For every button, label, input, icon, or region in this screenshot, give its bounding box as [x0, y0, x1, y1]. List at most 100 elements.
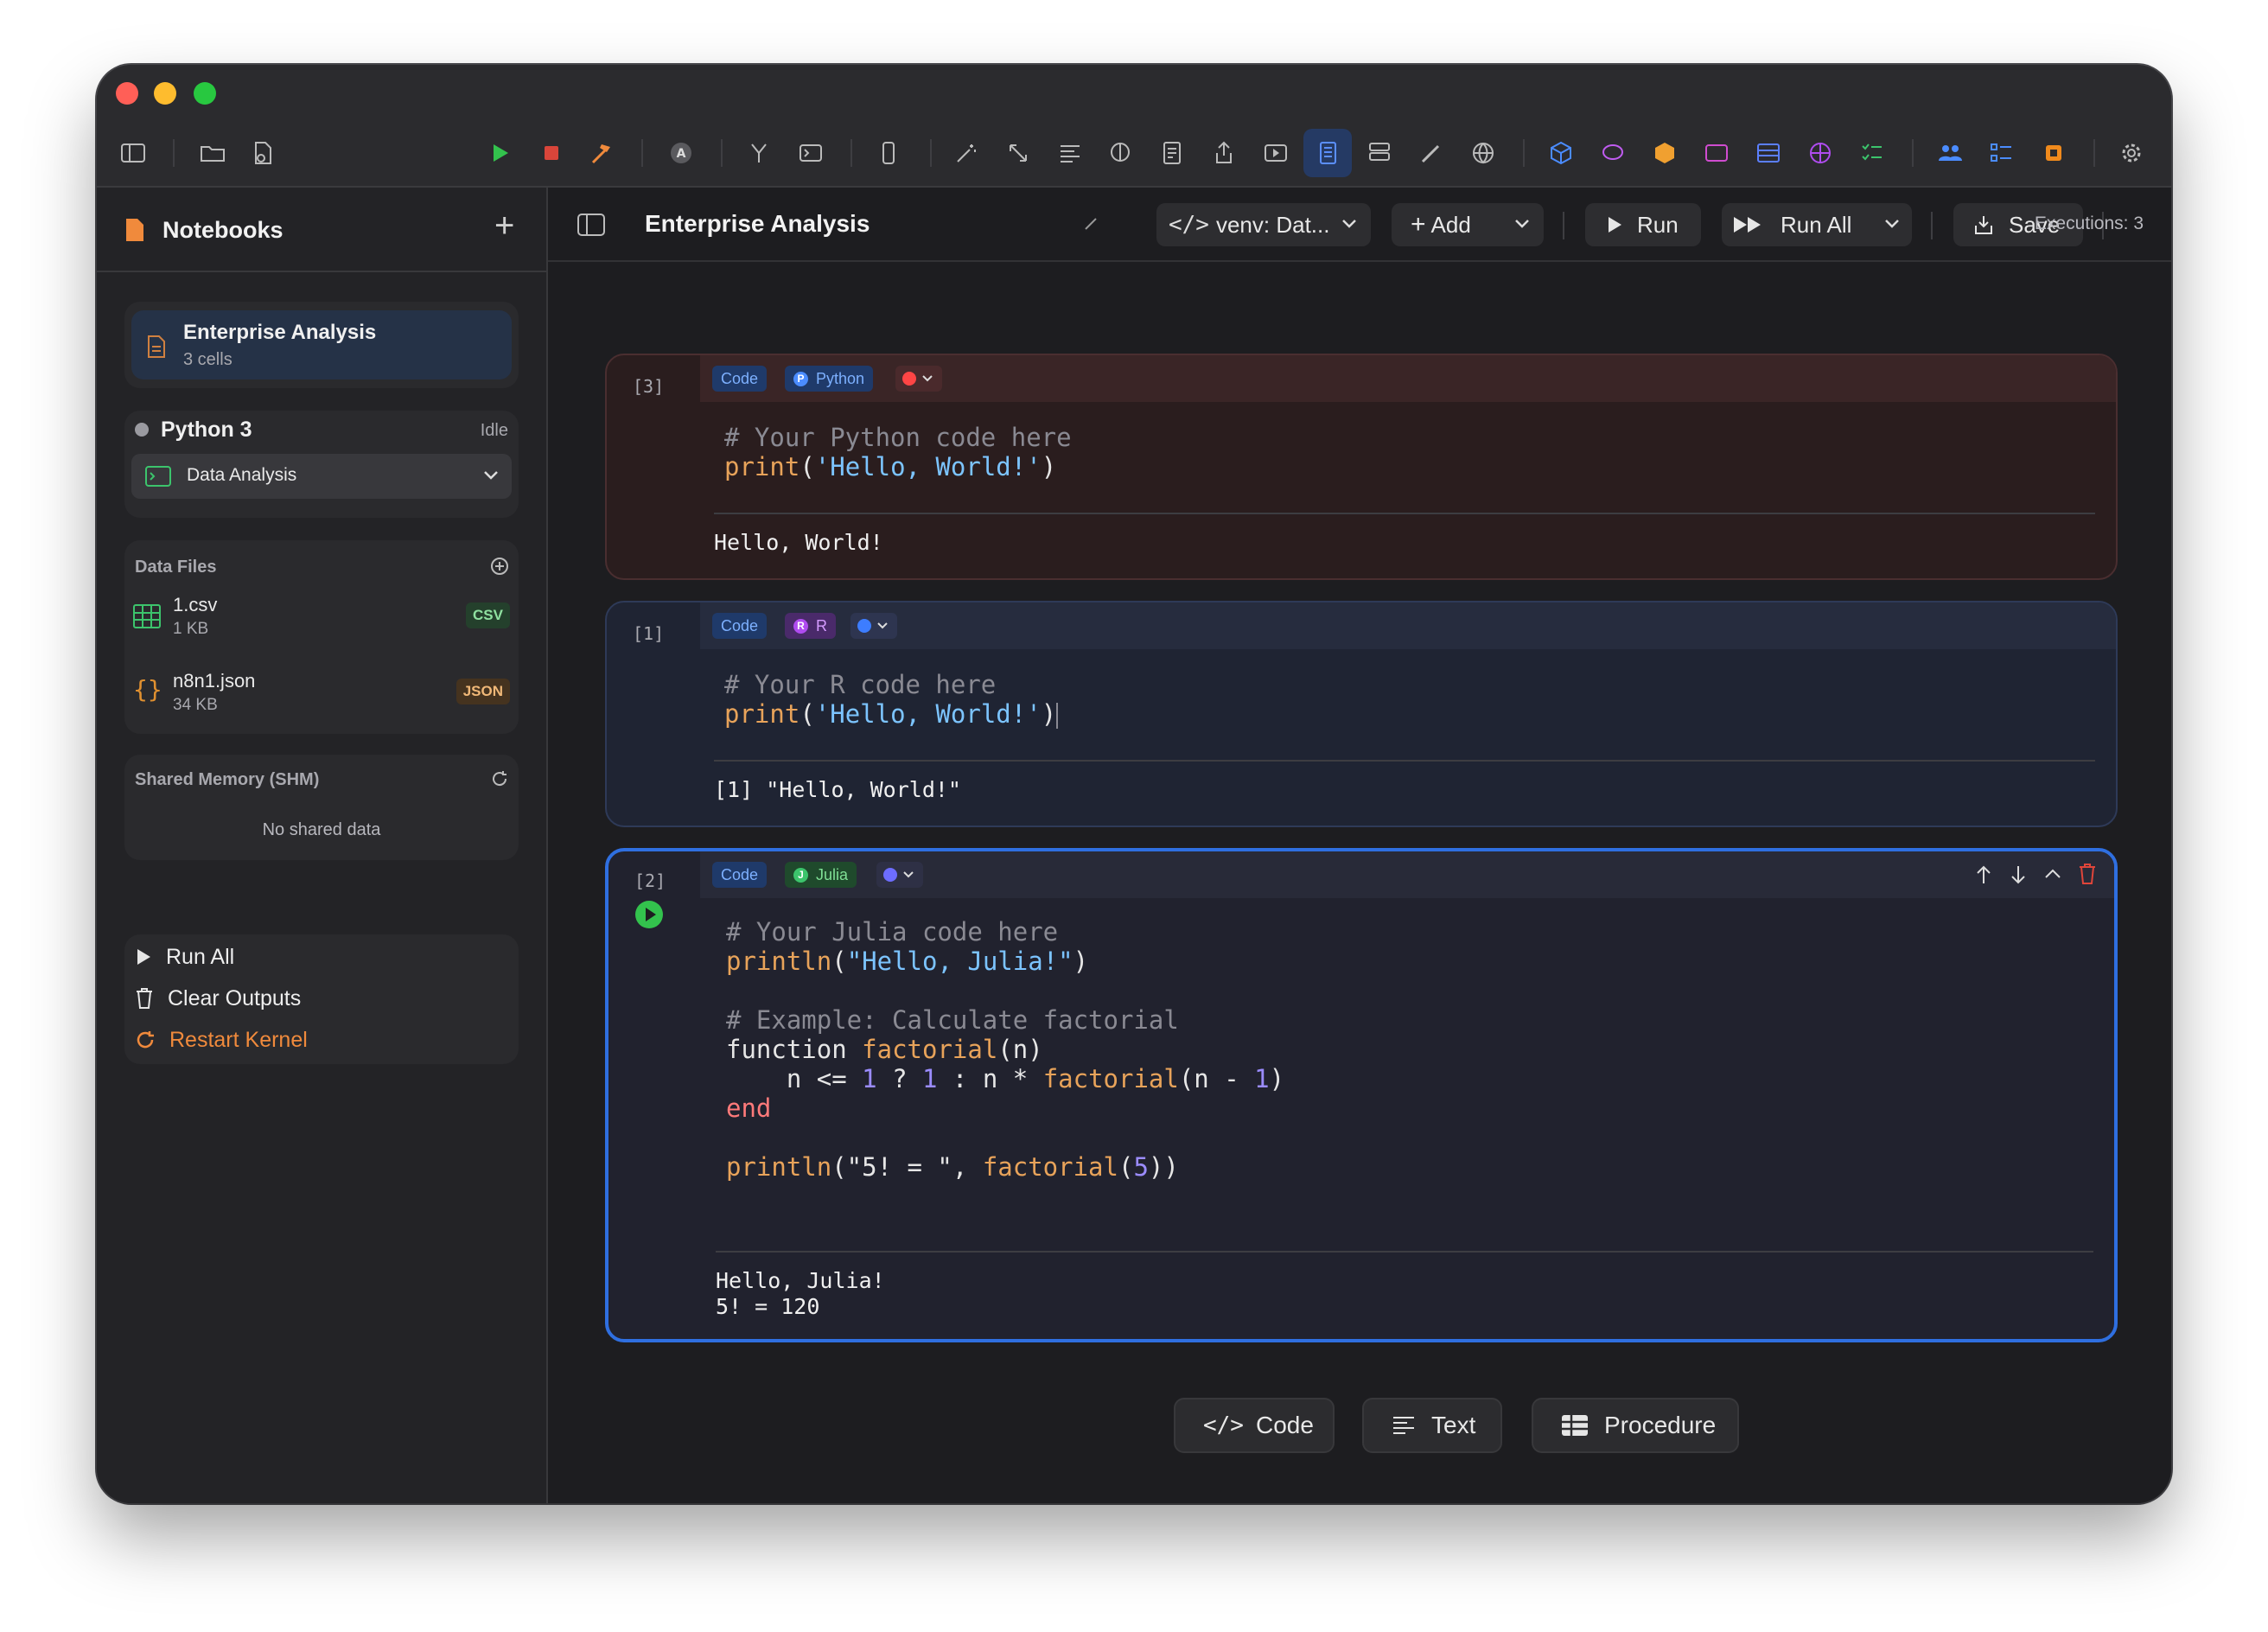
- sidebar-toggle-icon[interactable]: [116, 136, 150, 170]
- add-code-cell-button[interactable]: </> Code: [1174, 1398, 1335, 1453]
- notes-icon[interactable]: [1155, 136, 1189, 170]
- database-icon[interactable]: [1362, 136, 1397, 170]
- add-file-icon[interactable]: [489, 556, 510, 577]
- device-icon[interactable]: [871, 136, 906, 170]
- collapse-icon[interactable]: [2043, 865, 2062, 883]
- add-cell-button[interactable]: + Add: [1392, 203, 1544, 246]
- code-editor[interactable]: # Your R code here print('Hello, World!'…: [724, 670, 1059, 729]
- run-button[interactable]: Run: [1585, 203, 1701, 246]
- chat-icon[interactable]: [1596, 136, 1630, 170]
- branch-icon[interactable]: [742, 136, 776, 170]
- plus-icon: +: [1411, 210, 1426, 239]
- edit-pencil-icon[interactable]: [1082, 215, 1099, 233]
- add-procedure-cell-button[interactable]: Procedure: [1532, 1398, 1739, 1453]
- cell-output: Hello, World!: [714, 530, 883, 555]
- brush-icon[interactable]: [1414, 136, 1449, 170]
- gear-icon[interactable]: [2114, 136, 2149, 170]
- code-token: factorial: [862, 1035, 998, 1064]
- language-badge[interactable]: R R: [785, 613, 836, 639]
- zoom-window-button[interactable]: [194, 82, 216, 105]
- notebook-header: Enterprise Analysis </> venv: Dat... + A…: [548, 188, 2171, 262]
- list-icon[interactable]: [1984, 136, 2019, 170]
- run-all-action[interactable]: Run All: [135, 941, 234, 972]
- sidebar: Notebooks + Enterprise Analysis 3 cells …: [97, 188, 548, 1503]
- cell-color-picker[interactable]: [876, 862, 923, 888]
- close-window-button[interactable]: [116, 82, 138, 105]
- environment-select[interactable]: Data Analysis: [131, 454, 512, 499]
- play-icon[interactable]: [482, 136, 517, 170]
- cube-icon[interactable]: [1544, 136, 1578, 170]
- stop-icon[interactable]: [534, 136, 569, 170]
- add-text-label: Text: [1431, 1412, 1476, 1438]
- julia-icon: J: [793, 868, 808, 883]
- document-gear-icon[interactable]: [245, 136, 280, 170]
- package-icon[interactable]: [1647, 136, 1682, 170]
- account-icon[interactable]: A: [664, 136, 698, 170]
- share-icon[interactable]: [1207, 136, 1241, 170]
- add-label: Add: [1430, 211, 1471, 238]
- run-label: Run: [1637, 211, 1679, 238]
- window-icon[interactable]: [1699, 136, 1734, 170]
- hammer-icon[interactable]: [584, 136, 619, 170]
- chevron-down-icon: [922, 375, 933, 382]
- table-icon[interactable]: [1751, 136, 1786, 170]
- minimize-window-button[interactable]: [154, 82, 176, 105]
- code-editor[interactable]: # Your Python code here print('Hello, Wo…: [724, 423, 1072, 481]
- cell-type-badge[interactable]: Code: [712, 613, 768, 639]
- sidebar-toggle-icon[interactable]: [577, 214, 605, 236]
- code-editor[interactable]: # Your Julia code here println ("Hello, J…: [726, 917, 1284, 1182]
- align-icon[interactable]: [1053, 136, 1087, 170]
- app-window: A Notebooks + Enterprise Analysis 3 cell…: [97, 65, 2171, 1503]
- network-icon[interactable]: [1803, 136, 1838, 170]
- run-all-label: Run All: [166, 944, 235, 969]
- terminal-icon[interactable]: [793, 136, 828, 170]
- code-cell-julia[interactable]: Code J Julia [2] # Your Julia code here …: [605, 848, 2118, 1342]
- sidebar-header: Notebooks +: [97, 188, 546, 272]
- notebook-item-enterprise-analysis[interactable]: Enterprise Analysis 3 cells: [131, 310, 512, 379]
- cell-color-picker[interactable]: [895, 366, 942, 392]
- chevron-down-icon[interactable]: [1884, 219, 1900, 229]
- language-badge[interactable]: P Python: [785, 366, 874, 392]
- resize-icon[interactable]: [1001, 136, 1035, 170]
- chip-icon[interactable]: [2036, 136, 2071, 170]
- csv-table-icon: [133, 604, 161, 628]
- cell-color-picker[interactable]: [850, 613, 897, 639]
- color-dot: [857, 619, 871, 633]
- people-icon[interactable]: [1933, 136, 1967, 170]
- terminal-env-icon: [145, 466, 171, 487]
- run-all-button[interactable]: Run All: [1722, 203, 1912, 246]
- data-file-item[interactable]: {} n8n1.json 34 KB JSON: [124, 663, 519, 732]
- language-badge[interactable]: J Julia: [785, 862, 857, 888]
- restart-kernel-action[interactable]: Restart Kernel: [135, 1024, 308, 1055]
- code-cell-r[interactable]: Code R R [1] # Your R code here print('H…: [605, 601, 2118, 827]
- code-cell-python[interactable]: Code P Python [3] # Your Python code her…: [605, 354, 2118, 580]
- venv-select[interactable]: </> venv: Dat...: [1156, 203, 1371, 246]
- add-notebook-button[interactable]: +: [494, 207, 514, 245]
- folder-icon[interactable]: [195, 136, 230, 170]
- cell-type-badge[interactable]: Code: [712, 862, 768, 888]
- save-icon: [1975, 216, 1992, 234]
- brain-icon[interactable]: [1103, 136, 1137, 170]
- notebook-doc-icon: [126, 219, 143, 241]
- move-down-icon[interactable]: [2009, 864, 2028, 886]
- refresh-icon[interactable]: [489, 768, 510, 789]
- code-brackets-icon: </>: [1169, 212, 1209, 238]
- globe-icon[interactable]: [1466, 136, 1500, 170]
- chevron-down-icon: [903, 871, 914, 878]
- delete-cell-icon[interactable]: [2078, 862, 2097, 886]
- data-file-item[interactable]: 1.csv 1 KB CSV: [124, 587, 519, 656]
- clear-outputs-action[interactable]: Clear Outputs: [135, 983, 301, 1014]
- language-label: Julia: [816, 865, 849, 883]
- sidebar-title: Notebooks: [162, 217, 284, 243]
- add-text-cell-button[interactable]: Text: [1362, 1398, 1502, 1453]
- video-icon[interactable]: [1258, 136, 1293, 170]
- wand-icon[interactable]: [949, 136, 984, 170]
- run-cell-button[interactable]: [634, 900, 664, 929]
- notebook-title[interactable]: Enterprise Analysis: [645, 210, 870, 238]
- checklist-icon[interactable]: [1855, 136, 1889, 170]
- chevron-down-icon[interactable]: [1514, 219, 1530, 229]
- cell-type-badge[interactable]: Code: [712, 366, 768, 392]
- code-token: println: [726, 1152, 832, 1182]
- notebook-icon[interactable]: [1303, 129, 1352, 177]
- move-up-icon[interactable]: [1974, 864, 1993, 886]
